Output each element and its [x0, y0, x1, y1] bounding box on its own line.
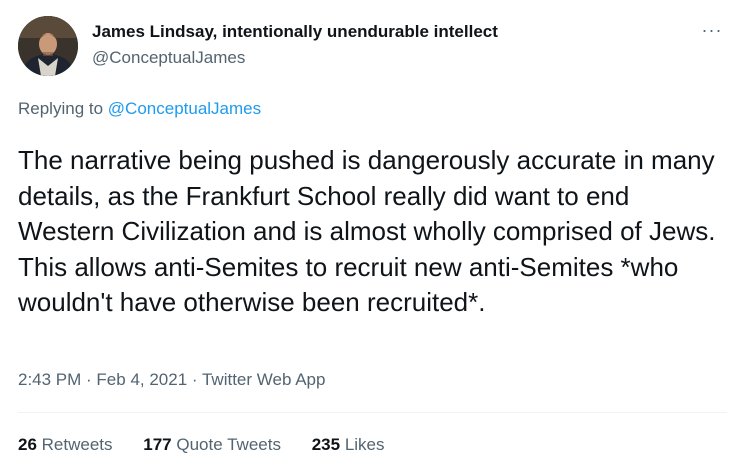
avatar[interactable] — [18, 16, 78, 76]
author-display-name[interactable]: James Lindsay, intentionally unendurable… — [92, 22, 498, 42]
retweets-count: 26 — [18, 435, 37, 454]
author-handle[interactable]: @ConceptualJames — [92, 48, 245, 68]
profile-photo-icon — [18, 16, 78, 76]
retweets-label: Retweets — [41, 435, 113, 454]
more-options-button[interactable]: ··· — [692, 20, 732, 46]
meta-separator: · — [81, 370, 97, 389]
likes-stat[interactable]: 235 Likes — [312, 435, 385, 454]
quote-tweets-label: Quote Tweets — [176, 435, 281, 454]
ellipsis-icon: ··· — [701, 20, 723, 40]
meta-separator: · — [187, 370, 202, 389]
retweets-stat[interactable]: 26 Retweets — [18, 435, 113, 454]
tweet-detail: James Lindsay, intentionally unendurable… — [0, 0, 745, 476]
quote-tweets-count: 177 — [143, 435, 172, 454]
tweet-metadata: 2:43 PM · Feb 4, 2021 · Twitter Web App — [18, 370, 325, 390]
replying-to-handle-link[interactable]: @ConceptualJames — [108, 99, 261, 118]
divider — [18, 412, 727, 413]
tweet-date[interactable]: Feb 4, 2021 — [96, 370, 187, 389]
tweet-time[interactable]: 2:43 PM — [18, 370, 81, 389]
quote-tweets-stat[interactable]: 177 Quote Tweets — [143, 435, 281, 454]
replying-to: Replying to @ConceptualJames — [18, 99, 261, 119]
tweet-text: The narrative being pushed is dangerousl… — [18, 145, 716, 317]
engagement-stats: 26 Retweets 177 Quote Tweets 235 Likes — [18, 435, 411, 455]
likes-count: 235 — [311, 435, 341, 454]
replying-to-label: Replying to — [18, 99, 104, 118]
tweet-source[interactable]: Twitter Web App — [202, 370, 325, 389]
likes-label: Likes — [344, 435, 385, 454]
